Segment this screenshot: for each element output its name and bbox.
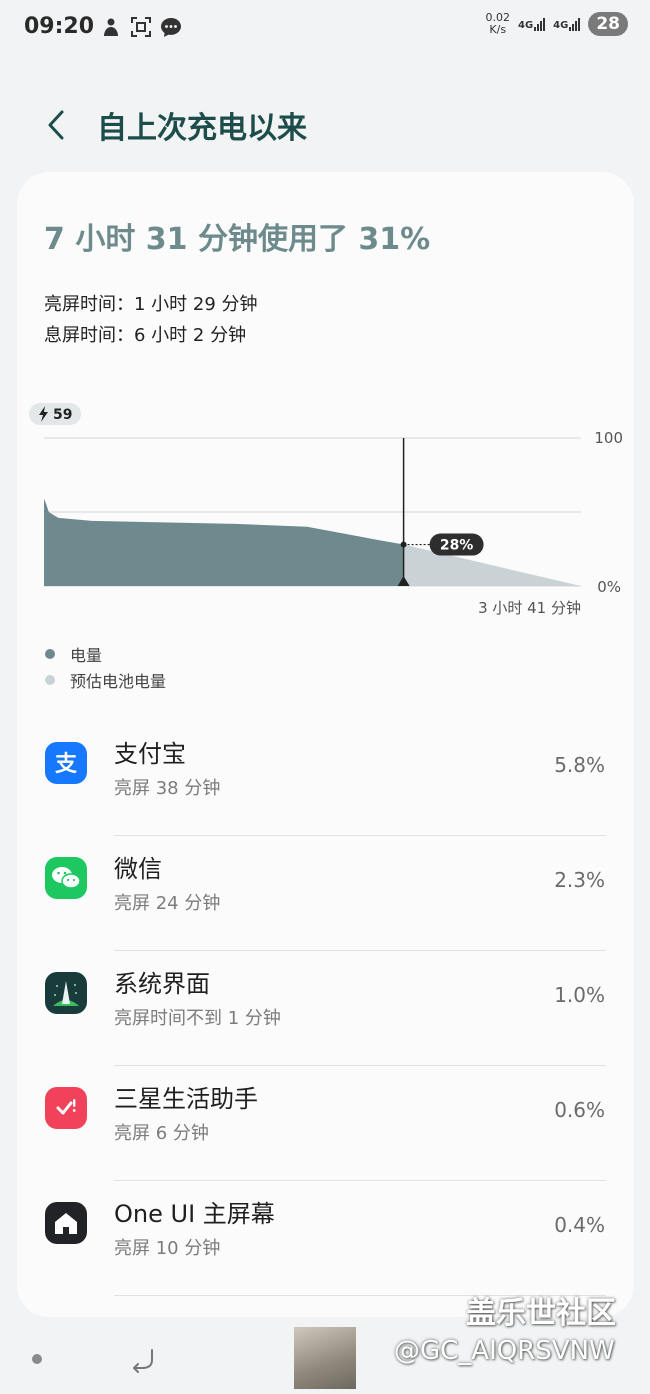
nav-back-icon[interactable] <box>128 1344 160 1376</box>
avatar <box>294 1327 356 1389</box>
page-title: 自上次充电以来 <box>97 111 307 146</box>
app-row-wechat[interactable]: 微信 亮屏 24 分钟 2.3% <box>17 836 634 951</box>
chart-current-point <box>400 541 407 548</box>
app-name: 微信 <box>114 855 162 883</box>
chart-ytick-min: 0% <box>597 578 621 596</box>
app-usage-percent: 5.8% <box>554 753 605 777</box>
alipay-icon: 支 <box>45 742 87 784</box>
chart-start-label: 59 <box>53 407 72 423</box>
status-right: 0.02 K/s 4G 4G 28 <box>485 12 628 36</box>
app-screen-time: 亮屏 24 分钟 <box>114 893 221 914</box>
signal-bars-icon <box>569 17 581 31</box>
wechat-icon <box>45 857 87 899</box>
app-name: 三星生活助手 <box>114 1085 258 1113</box>
legend-item-estimated: 预估电池电量 <box>45 668 166 692</box>
status-notification-icons <box>100 16 182 38</box>
estimated-battery-area <box>403 544 581 586</box>
status-bar: 09:20 0.02 K/s 4G 4G 28 <box>0 0 650 58</box>
network-type-1: 4G <box>517 20 534 31</box>
status-time: 09:20 <box>24 14 95 39</box>
system-ui-icon <box>45 972 87 1014</box>
reminder-icon <box>45 1087 87 1129</box>
message-icon <box>161 18 181 37</box>
usage-summary-title: 7 小时 31 分钟使用了 31% <box>44 222 431 257</box>
screen-off-time: 息屏时间：6 小时 2 分钟 <box>44 325 247 346</box>
app-name: 支付宝 <box>114 740 186 768</box>
app-usage-percent: 0.6% <box>554 1098 605 1122</box>
gesture-icon <box>104 18 118 36</box>
app-row-samsung-reminder[interactable]: 三星生活助手 亮屏 6 分钟 0.6% <box>17 1066 634 1181</box>
legend-dot <box>45 649 55 659</box>
nav-home-dot-icon[interactable] <box>32 1354 42 1364</box>
app-usage-percent: 0.4% <box>554 1213 605 1237</box>
legend-label: 预估电池电量 <box>70 672 167 691</box>
chart-current-label: 28% <box>440 538 474 554</box>
app-usage-percent: 1.0% <box>554 983 605 1007</box>
back-arrow-icon[interactable] <box>40 107 76 143</box>
network-speed: 0.02 K/s <box>485 12 510 36</box>
screen-on-time: 亮屏时间：1 小时 29 分钟 <box>44 294 258 315</box>
watermark-title: 盖乐世社区 <box>466 1296 616 1331</box>
app-screen-time: 亮屏 38 分钟 <box>114 778 221 799</box>
legend-label: 电量 <box>70 646 103 665</box>
signal-2: 4G <box>553 17 581 31</box>
battery-chart[interactable]: 28% 59 100 0% 3 小时 41 分钟 <box>17 400 634 630</box>
app-usage-percent: 2.3% <box>554 868 605 892</box>
svg-text:支: 支 <box>55 752 78 777</box>
screenshot-icon <box>131 17 151 37</box>
network-type-2: 4G <box>553 20 569 31</box>
page-header: 自上次充电以来 <box>0 95 650 155</box>
app-row-alipay[interactable]: 支 支付宝 亮屏 38 分钟 5.8% <box>17 721 634 836</box>
app-screen-time: 亮屏 6 分钟 <box>114 1123 209 1144</box>
app-row-system-ui[interactable]: 系统界面 亮屏时间不到 1 分钟 1.0% <box>17 951 634 1066</box>
app-screen-time: 亮屏时间不到 1 分钟 <box>114 1008 281 1029</box>
chart-remaining-time: 3 小时 41 分钟 <box>478 599 581 617</box>
chart-ytick-max: 100 <box>594 429 623 447</box>
app-screen-time: 亮屏 10 分钟 <box>114 1238 221 1259</box>
network-speed-unit: K/s <box>489 23 507 36</box>
app-row-oneui-home[interactable]: One UI 主屏幕 亮屏 10 分钟 0.4% <box>17 1181 634 1296</box>
battery-indicator: 28 <box>588 12 628 36</box>
app-name: One UI 主屏幕 <box>114 1200 275 1228</box>
battery-usage-card: 7 小时 31 分钟使用了 31% 亮屏时间：1 小时 29 分钟 息屏时间：6… <box>17 172 634 1317</box>
legend-dot <box>45 675 55 685</box>
home-icon <box>45 1202 87 1244</box>
legend-item-battery: 电量 <box>45 642 102 666</box>
signal-1: 4G <box>517 17 546 31</box>
watermark-handle: @GC_AIQRSVNW <box>394 1336 615 1366</box>
app-name: 系统界面 <box>114 970 210 998</box>
signal-bars-icon <box>534 17 546 31</box>
